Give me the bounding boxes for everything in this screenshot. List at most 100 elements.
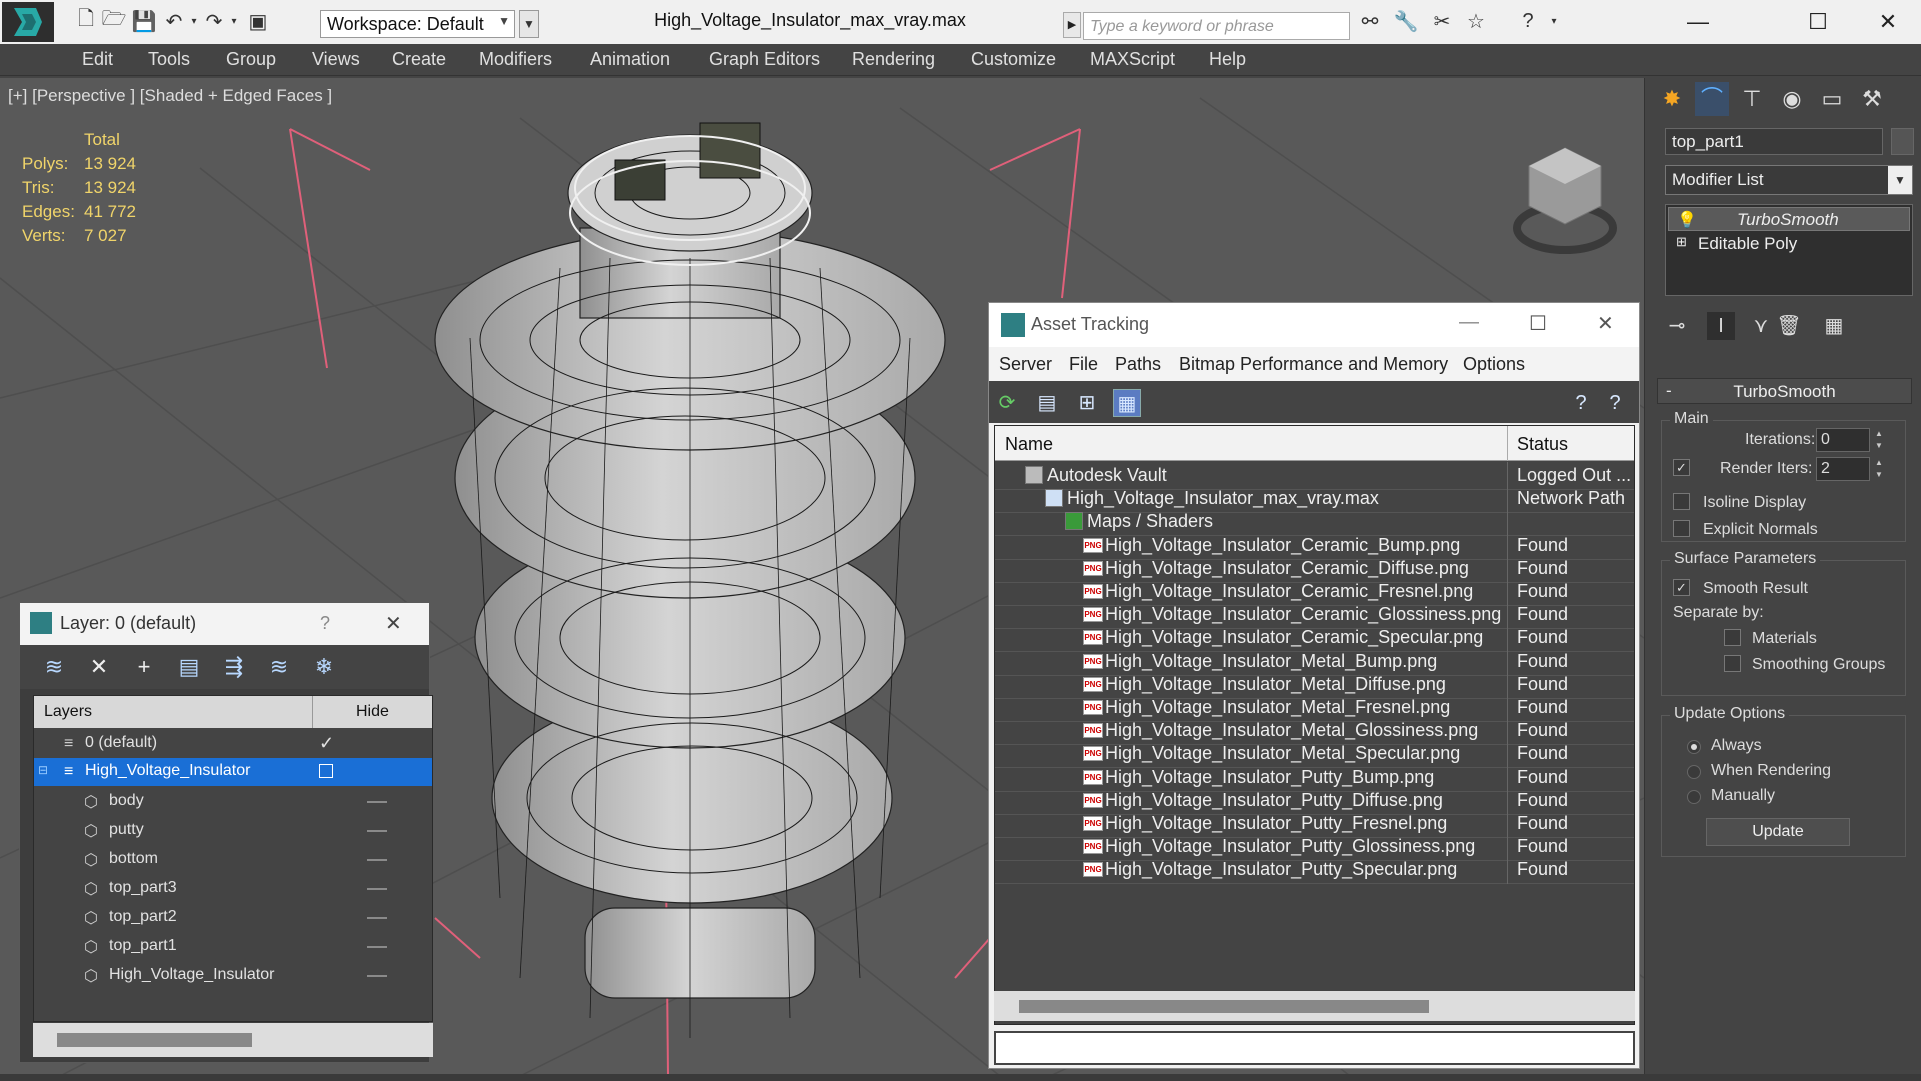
table-view-icon[interactable]: ▦ — [1113, 389, 1141, 417]
asset-tracking-titlebar[interactable]: Asset Tracking — ☐ ✕ — [989, 303, 1639, 347]
save-icon[interactable]: 💾 — [130, 7, 158, 35]
layer-list[interactable]: Layers Hide ≡ 0 (default) ✓ ⊟ ≡ High_Vol… — [33, 695, 433, 1022]
search-expand-button[interactable]: ▶ — [1063, 12, 1081, 38]
layer-object-row[interactable]: ⬡ putty — [34, 817, 432, 845]
hide-toggle[interactable] — [367, 946, 387, 948]
render-iters-spinner[interactable]: 2 — [1816, 457, 1870, 481]
add-icon[interactable]: + — [130, 653, 158, 681]
remove-modifier-icon[interactable]: 🗑 — [1775, 312, 1803, 340]
utilities-tab-icon[interactable]: ⚒ — [1855, 82, 1889, 116]
manually-radio[interactable] — [1687, 790, 1701, 804]
layer-panel-close-button[interactable]: ✕ — [385, 611, 402, 636]
layer-object-row[interactable]: ⬡ bottom — [34, 846, 432, 874]
menu-views[interactable]: Views — [312, 49, 360, 70]
spinner-arrows-icon[interactable]: ▲ ▼ — [1873, 428, 1885, 452]
modifier-turbosmooth[interactable]: 💡 TurboSmooth — [1668, 207, 1910, 231]
layer-horizontal-scrollbar[interactable] — [33, 1023, 433, 1057]
hide-toggle[interactable] — [367, 888, 387, 890]
tree-view-icon[interactable]: ⊞ — [1073, 389, 1101, 417]
menu-group[interactable]: Group — [226, 49, 276, 70]
spinner-arrows-icon[interactable]: ▲ ▼ — [1873, 457, 1885, 481]
menu-bitmap-performance[interactable]: Bitmap Performance and Memory — [1179, 354, 1448, 375]
project-icon[interactable]: ▣ — [244, 7, 272, 35]
menu-server[interactable]: Server — [999, 354, 1052, 375]
active-layer-box-icon[interactable] — [319, 764, 333, 778]
menu-animation[interactable]: Animation — [590, 49, 670, 70]
col-hide[interactable]: Hide — [356, 703, 389, 721]
context-help-icon[interactable]: ? — [1601, 389, 1629, 417]
menu-create[interactable]: Create — [392, 49, 446, 70]
layer-row-selected[interactable]: ⊟ ≡ High_Voltage_Insulator — [34, 758, 432, 786]
select-objects-icon[interactable]: ⇶ — [220, 653, 248, 681]
col-status[interactable]: Status — [1517, 434, 1568, 455]
asset-row[interactable]: PNG High_Voltage_Insulator_Putty_Specular… — [995, 856, 1634, 885]
hide-toggle[interactable] — [367, 830, 387, 832]
hide-toggle[interactable] — [367, 859, 387, 861]
col-name[interactable]: Name — [1005, 434, 1053, 455]
layers-stack-icon[interactable]: ≋ — [40, 653, 68, 681]
viewport-label[interactable]: [+] [Perspective ] [Shaded + Edged Faces… — [8, 86, 332, 106]
always-radio[interactable] — [1687, 740, 1701, 754]
modifier-list-dropdown[interactable]: Modifier List ▼ — [1665, 165, 1913, 195]
delete-icon[interactable]: ✕ — [85, 653, 113, 681]
binoculars-icon[interactable]: ⚯ — [1356, 7, 1384, 35]
configure-sets-icon[interactable]: ▦ — [1820, 312, 1848, 340]
checkmark-icon[interactable]: ✓ — [319, 733, 334, 754]
workspace-dropdown[interactable]: Workspace: Default ▼ — [320, 10, 515, 38]
menu-edit[interactable]: Edit — [82, 49, 113, 70]
close-button[interactable]: ✕ — [1597, 311, 1614, 336]
select-layer-icon[interactable]: ▤ — [175, 653, 203, 681]
materials-checkbox[interactable] — [1724, 629, 1741, 646]
maximize-button[interactable]: ☐ — [1788, 4, 1848, 40]
display-tab-icon[interactable]: ▭ — [1815, 82, 1849, 116]
motion-tab-icon[interactable]: ◉ — [1775, 82, 1809, 116]
menu-help[interactable]: Help — [1209, 49, 1246, 70]
isoline-display-checkbox[interactable] — [1673, 493, 1690, 510]
hide-toggle[interactable] — [367, 975, 387, 977]
when-rendering-radio[interactable] — [1687, 765, 1701, 779]
menu-graph-editors[interactable]: Graph Editors — [709, 49, 820, 70]
layer-object-row[interactable]: ⬡ High_Voltage_Insulator — [34, 962, 432, 990]
workspace-menu-button[interactable]: ▼ — [519, 10, 539, 38]
make-unique-icon[interactable]: ⋎ — [1747, 312, 1775, 340]
asset-horizontal-scrollbar[interactable] — [994, 991, 1635, 1021]
help-icon[interactable]: ? — [1514, 7, 1542, 35]
lightbulb-icon[interactable]: 💡 — [1677, 210, 1697, 230]
explicit-normals-checkbox[interactable] — [1673, 520, 1690, 537]
update-button[interactable]: Update — [1706, 818, 1850, 846]
search-input[interactable]: Type a keyword or phrase — [1083, 12, 1350, 40]
menu-tools[interactable]: Tools — [148, 49, 190, 70]
layer-object-row[interactable]: ⬡ body — [34, 788, 432, 816]
menu-options[interactable]: Options — [1463, 354, 1525, 375]
signin-icon[interactable]: ✂ — [1428, 7, 1456, 35]
refresh-icon[interactable]: ⟳ — [993, 389, 1021, 417]
close-button[interactable]: ✕ — [1858, 4, 1918, 40]
scrollbar-thumb[interactable] — [57, 1033, 252, 1047]
open-icon[interactable]: 🗁 — [100, 7, 128, 35]
turbosmooth-rollout-header[interactable]: - TurboSmooth — [1657, 378, 1912, 404]
modify-tab-icon[interactable]: ⌒ — [1695, 82, 1729, 116]
pin-stack-icon[interactable]: ⊸ — [1663, 312, 1691, 340]
hide-toggle[interactable] — [367, 801, 387, 803]
key-icon[interactable]: 🔧 — [1392, 7, 1420, 35]
star-icon[interactable]: ☆ — [1462, 7, 1490, 35]
menu-paths[interactable]: Paths — [1115, 354, 1161, 375]
smooth-result-checkbox[interactable]: ✓ — [1673, 579, 1690, 596]
help-button[interactable]: ? — [320, 613, 330, 634]
asset-path-field[interactable] — [994, 1031, 1635, 1065]
freeze-layers-icon[interactable]: ❄ — [310, 653, 338, 681]
create-tab-icon[interactable]: ✸ — [1655, 82, 1689, 116]
layer-object-row[interactable]: ⬡ top_part1 — [34, 933, 432, 961]
layer-panel-titlebar[interactable]: Layer: 0 (default) ? ✕ — [20, 603, 429, 645]
smoothing-groups-checkbox[interactable] — [1724, 655, 1741, 672]
hide-layers-icon[interactable]: ≋ — [265, 653, 293, 681]
modifier-editable-poly[interactable]: ⊞ Editable Poly — [1668, 232, 1910, 256]
help-icon[interactable]: ? — [1567, 389, 1595, 417]
expand-icon[interactable]: ⊞ — [1676, 234, 1687, 250]
collapse-icon[interactable]: ⊟ — [38, 763, 48, 777]
minimize-button[interactable]: — — [1459, 311, 1479, 334]
object-name-field[interactable]: top_part1 — [1665, 128, 1883, 155]
modifier-stack[interactable]: 💡 TurboSmooth ⊞ Editable Poly — [1665, 204, 1913, 296]
menu-customize[interactable]: Customize — [971, 49, 1056, 70]
menu-modifiers[interactable]: Modifiers — [479, 49, 552, 70]
